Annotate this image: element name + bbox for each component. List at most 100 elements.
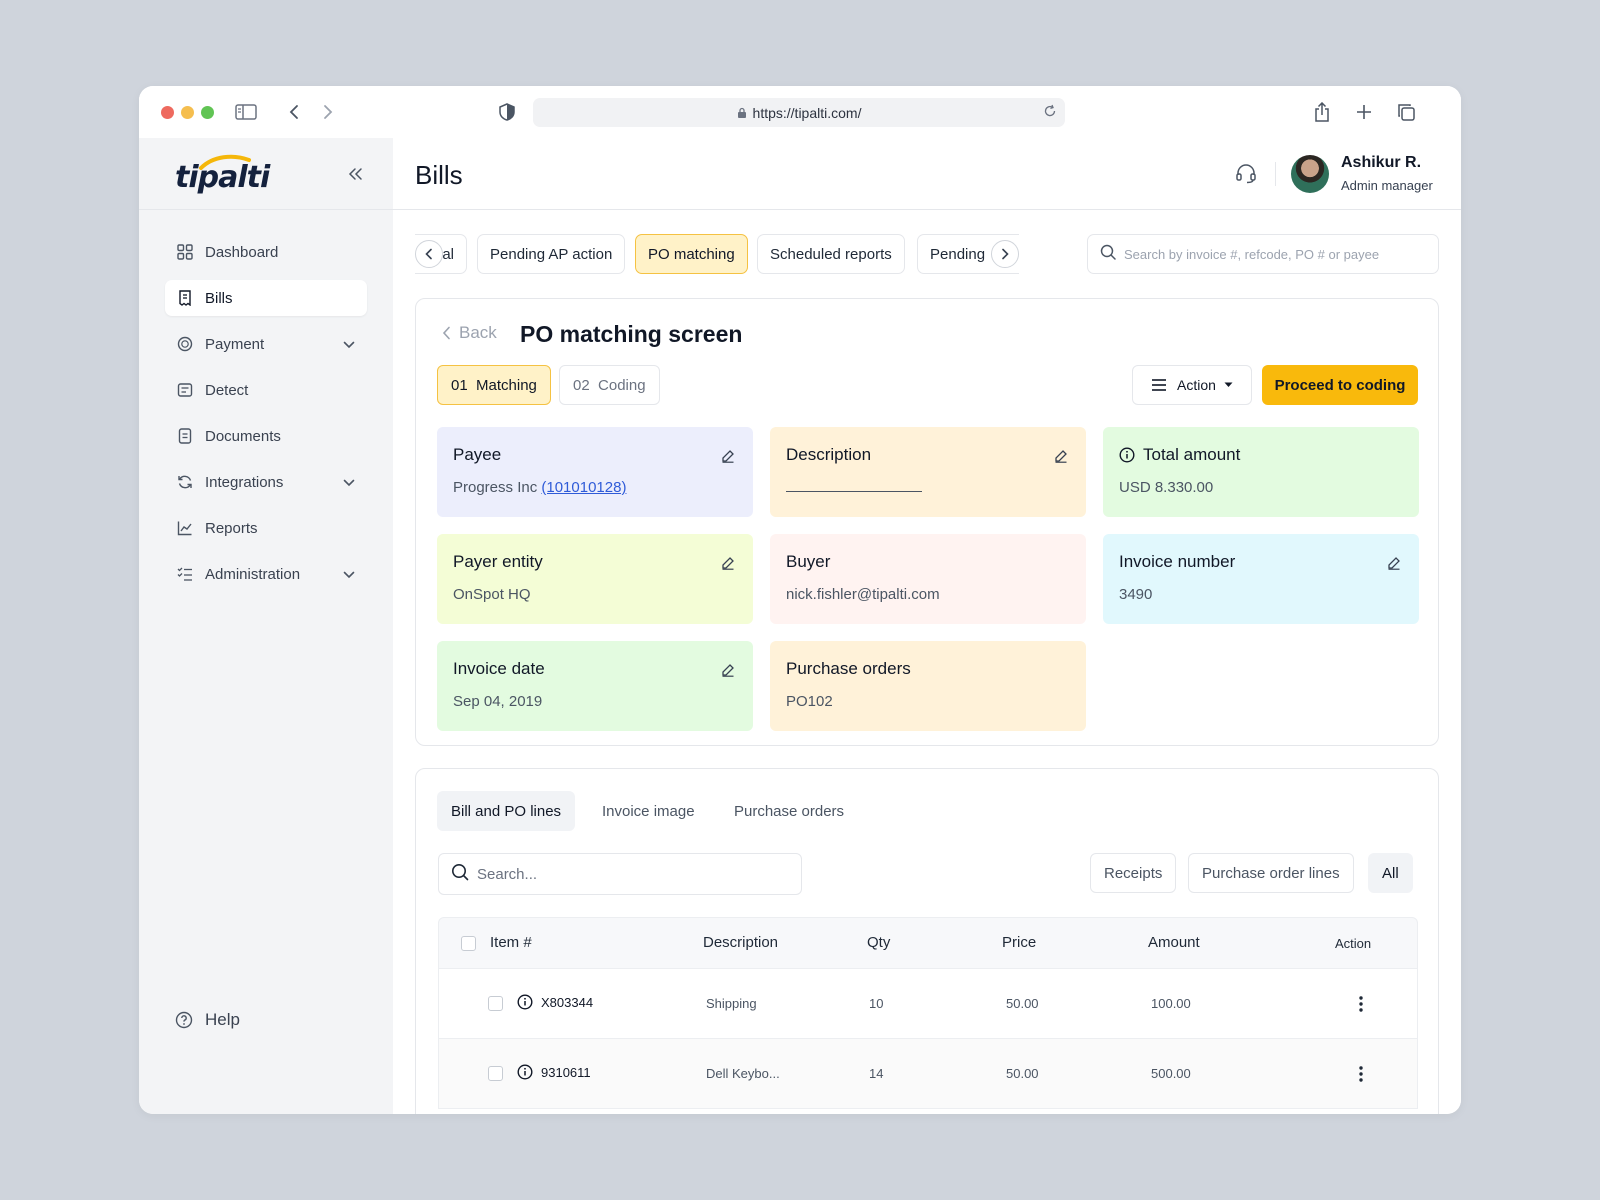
scroll-tabs-right-button[interactable] [991,240,1019,268]
field-value: Sep 04, 2019 [453,693,543,710]
tab-scheduled-reports[interactable]: Scheduled reports [757,234,905,274]
column-qty[interactable]: Qty [867,934,890,951]
sidebar-item-reports[interactable]: Reports [165,510,367,546]
receipt-icon [177,290,193,306]
tab-purchase-orders[interactable]: Purchase orders [720,791,858,831]
back-arrow-icon[interactable] [281,99,307,125]
maximize-window-button[interactable] [201,106,214,119]
new-tab-icon[interactable] [1351,99,1377,125]
action-dropdown[interactable]: Action [1132,365,1252,405]
info-icon [1119,447,1135,463]
row-checkbox[interactable] [488,996,503,1011]
step-matching[interactable]: 01 Matching [437,365,551,405]
grid-icon [177,244,193,260]
po-matching-card: Back PO matching screen 01 Matching 02 C… [415,298,1439,746]
row-qty: 14 [869,1066,884,1081]
sidebar-item-dashboard[interactable]: Dashboard [165,234,367,270]
po-screen-title: PO matching screen [520,321,743,347]
sidebar-item-label: Integrations [205,473,284,491]
field-label: Buyer [786,552,831,571]
more-options-icon[interactable] [1352,995,1370,1013]
sidebar-item-integrations[interactable]: Integrations [165,464,367,500]
lines-search-input[interactable] [477,865,777,883]
sidebar-item-label: Payment [205,335,265,353]
field-label: Invoice date [453,659,545,678]
sidebar-item-documents[interactable]: Documents [165,418,367,454]
collapse-sidebar-icon[interactable] [345,164,365,184]
action-label: Action [1177,377,1216,393]
search-icon [1100,244,1116,265]
address-bar[interactable]: https://tipalti.com/ [533,98,1065,127]
minimize-window-button[interactable] [181,106,194,119]
browser-window: https://tipalti.com/ tipalti Dashboard B… [139,86,1461,1114]
back-button[interactable]: Back [442,323,497,343]
coin-icon [177,336,193,352]
help-icon [175,1011,193,1029]
shield-icon[interactable] [494,99,520,125]
info-icon[interactable] [517,994,533,1010]
invoice-date-field: Invoice date Sep 04, 2019 [437,641,753,731]
tab-bill-and-po-lines[interactable]: Bill and PO lines [437,791,576,831]
field-label: Payee [453,445,502,464]
chevron-down-icon[interactable] [343,336,355,353]
sidebar-item-detect[interactable]: Detect [165,372,367,408]
sidebar-item-payment[interactable]: Payment [165,326,367,362]
sidebar-item-label: Reports [205,519,258,537]
document-icon [177,428,193,444]
lines-table: Item # Description Qty Price Amount Acti… [438,917,1418,1109]
scroll-tabs-left-button[interactable] [415,240,443,268]
table-row[interactable]: X803344 Shipping 10 50.00 100.00 [438,969,1418,1039]
row-amount: 500.00 [1151,1066,1191,1081]
field-value: 3490 [1119,586,1153,603]
help-link[interactable]: Help [175,1010,240,1030]
edit-icon[interactable] [719,554,737,572]
avatar[interactable] [1291,155,1329,193]
tab-po-matching[interactable]: PO matching [635,234,748,274]
column-amount[interactable]: Amount [1148,934,1200,951]
edit-icon[interactable] [1052,447,1070,465]
column-action: Action [1335,936,1372,951]
top-bar: Bills Ashikur R. Admin manager [393,138,1461,210]
column-price[interactable]: Price [1002,934,1036,951]
filter-label: All [1382,864,1399,882]
info-icon[interactable] [517,1064,533,1080]
payee-name: Progress Inc [453,479,538,496]
tab-label: Invoice image [602,802,695,820]
filter-all[interactable]: All [1368,853,1413,893]
chevron-down-icon[interactable] [343,474,355,491]
filter-purchase-order-lines[interactable]: Purchase order lines [1188,853,1354,893]
edit-icon[interactable] [719,447,737,465]
column-description[interactable]: Description [703,934,778,951]
description-field: Description [770,427,1086,517]
row-checkbox[interactable] [488,1066,503,1081]
sidebar-item-administration[interactable]: Administration [165,556,367,592]
reload-icon[interactable] [1043,104,1057,121]
sidebar-toggle-icon[interactable] [233,99,259,125]
select-all-checkbox[interactable] [461,936,476,951]
headset-icon[interactable] [1235,162,1257,189]
tab-pending-ap-action[interactable]: Pending AP action [477,234,626,274]
search-input[interactable] [1124,246,1424,262]
help-label: Help [205,1010,240,1029]
tab-invoice-image[interactable]: Invoice image [588,791,709,831]
sidebar-item-label: Detect [205,381,249,399]
tabs-overview-icon[interactable] [1393,99,1419,125]
step-coding[interactable]: 02 Coding [559,365,660,405]
chevron-down-icon[interactable] [343,566,355,583]
share-icon[interactable] [1309,99,1335,125]
payee-id-link[interactable]: (101010128) [541,479,626,496]
edit-icon[interactable] [1385,554,1403,572]
edit-icon[interactable] [719,661,737,679]
lines-card: Bill and PO lines Invoice image Purchase… [415,768,1439,1114]
proceed-to-coding-button[interactable]: Proceed to coding [1262,365,1418,405]
checklist-icon [177,566,193,582]
more-options-icon[interactable] [1352,1065,1370,1083]
table-row[interactable]: 9310611 Dell Keybo... 14 50.00 500.00 [438,1039,1418,1109]
forward-arrow-icon[interactable] [315,99,341,125]
sidebar-item-bills[interactable]: Bills [165,280,367,316]
filter-receipts[interactable]: Receipts [1090,853,1177,893]
tipalti-logo[interactable]: tipalti [175,160,270,195]
row-qty: 10 [869,996,884,1011]
column-item[interactable]: Item # [490,934,532,951]
close-window-button[interactable] [161,106,174,119]
